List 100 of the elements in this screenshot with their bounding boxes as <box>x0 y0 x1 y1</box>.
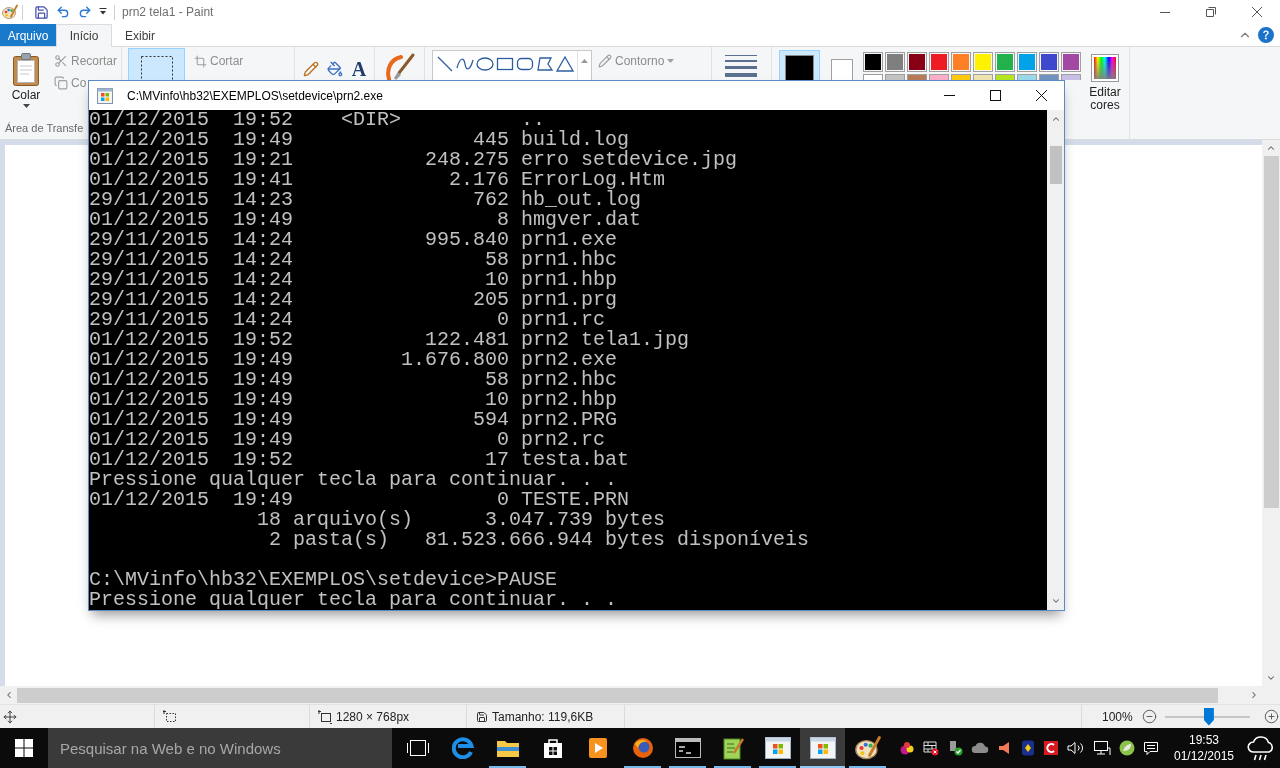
paste-button[interactable]: Colar <box>5 48 47 108</box>
date-text: 01/12/2015 <box>89 110 210 130</box>
console-title: C:\MVinfo\hb32\EXEMPLOS\setdevice\prn2.exe <box>127 88 383 103</box>
arc-badge-icon[interactable] <box>1043 740 1059 756</box>
zoom-out-icon[interactable] <box>1141 709 1157 724</box>
color-one-button[interactable] <box>779 50 820 82</box>
swirl-logo-icon[interactable] <box>451 737 474 759</box>
network-monitor-icon[interactable] <box>1093 740 1111 756</box>
palette-swatch[interactable] <box>973 74 993 80</box>
palette-icon[interactable] <box>854 735 881 761</box>
file-size: 0 <box>497 430 509 450</box>
palette-swatch[interactable] <box>951 74 971 80</box>
ribbon-tab[interactable]: Início <box>56 24 112 47</box>
undo-icon[interactable] <box>56 5 70 19</box>
ribbon-tab[interactable]: Exibir <box>112 24 168 46</box>
file-name: prn1.hbp <box>521 270 617 290</box>
wall-error-icon[interactable] <box>923 740 939 756</box>
palette-swatch[interactable] <box>863 74 883 80</box>
dir-label: <DIR> <box>341 110 401 130</box>
date-text: 01/12/2015 <box>89 490 210 510</box>
file-name: prn2.hbp <box>521 390 617 410</box>
time-text: 19:21 <box>233 150 293 170</box>
cloud-icon[interactable] <box>971 741 989 755</box>
file-size: 594 <box>473 410 509 430</box>
scroll-down-icon[interactable] <box>1266 673 1276 683</box>
folder-icon[interactable] <box>495 738 520 758</box>
triangle-shape-icon[interactable] <box>555 54 575 74</box>
scroll-up-icon[interactable] <box>1050 114 1061 124</box>
shopping-bag-icon[interactable] <box>541 737 564 759</box>
clipboard-icon <box>11 52 41 86</box>
file-name: prn1.exe <box>521 230 617 250</box>
window-flag-icon[interactable] <box>809 737 836 759</box>
palette-swatch[interactable] <box>907 74 927 80</box>
palette-swatch[interactable] <box>885 74 905 80</box>
file-size: 1.676.800 <box>400 350 509 370</box>
palette-swatch[interactable] <box>885 52 905 72</box>
palette-swatch[interactable] <box>973 52 993 72</box>
search-field[interactable]: Pesquisar na Web e no Windows <box>48 728 392 768</box>
notification-icon[interactable] <box>1143 740 1159 756</box>
palette-swatch[interactable] <box>929 74 949 80</box>
date-text: 01/12/2015 <box>89 350 210 370</box>
scrollbar-thumb[interactable] <box>17 687 1218 703</box>
file-menu-tab[interactable]: Arquivo <box>0 24 56 46</box>
scrollbar-thumb[interactable] <box>1263 156 1279 508</box>
palette-swatch[interactable] <box>1017 74 1037 80</box>
slider-thumb[interactable] <box>1203 707 1214 726</box>
date-text: 01/12/2015 <box>89 370 210 390</box>
palette-swatch[interactable] <box>1017 52 1037 72</box>
taskbar-button[interactable] <box>800 728 845 768</box>
text-tool-button[interactable]: A <box>347 59 371 79</box>
edit-colors-button[interactable]: Editar cores <box>1085 48 1125 112</box>
save-icon[interactable] <box>34 4 49 20</box>
round-badge-icon[interactable] <box>1119 740 1135 756</box>
redo-icon[interactable] <box>78 5 92 19</box>
scroll-down-icon[interactable] <box>1050 596 1061 606</box>
select-button[interactable] <box>128 48 185 80</box>
palette-swatch[interactable] <box>995 74 1015 80</box>
palette-swatch[interactable] <box>951 52 971 72</box>
scrollbar-thumb[interactable] <box>1049 146 1062 184</box>
diamond-badge-icon[interactable] <box>1021 740 1035 756</box>
line-shape-icon[interactable] <box>435 54 455 74</box>
file-size: 122.481 <box>425 330 509 350</box>
fox-globe-icon[interactable] <box>631 737 654 759</box>
palette-swatch[interactable] <box>907 52 927 72</box>
terminal-icon[interactable] <box>674 738 701 758</box>
date-text: 29/11/2015 <box>89 230 210 250</box>
time-text: 14:24 <box>233 270 293 290</box>
file-size: 10 <box>485 270 509 290</box>
oval-shape-icon[interactable] <box>475 54 495 74</box>
palette-swatch[interactable] <box>863 52 883 72</box>
date-text: 01/12/2015 <box>89 390 210 410</box>
time-text: 14:23 <box>233 190 293 210</box>
plug-check-icon[interactable] <box>947 740 963 756</box>
scroll-up-icon[interactable] <box>581 59 588 63</box>
zoom-in-icon[interactable] <box>1263 709 1279 724</box>
palette-swatch[interactable] <box>1039 74 1059 80</box>
time-text: 14:24 <box>233 250 293 270</box>
file-name: hmgver.dat <box>521 210 642 230</box>
volume-icon[interactable] <box>1067 740 1085 756</box>
scroll-up-icon[interactable] <box>1266 143 1276 153</box>
palette-swatch[interactable] <box>1061 74 1081 80</box>
palette-swatch[interactable] <box>995 52 1015 72</box>
rain-cloud-icon[interactable] <box>1246 734 1276 762</box>
date-text: 01/12/2015 <box>89 170 210 190</box>
polygon-shape-icon[interactable] <box>535 54 555 74</box>
colorful-blob-icon[interactable] <box>899 740 915 756</box>
palette-swatch[interactable] <box>929 52 949 72</box>
running-indicator <box>759 766 796 768</box>
task-view-icon[interactable] <box>405 739 430 757</box>
help-icon[interactable] <box>1258 27 1274 43</box>
caret-icon[interactable] <box>99 8 107 16</box>
canvas-size-icon <box>318 709 332 724</box>
item-count: 2 <box>269 530 281 550</box>
running-indicator <box>714 766 751 768</box>
play-tile-icon[interactable] <box>587 737 608 759</box>
notepad-icon[interactable] <box>721 736 744 760</box>
window-flag-icon[interactable] <box>764 737 791 759</box>
palette-swatch[interactable] <box>1061 52 1081 72</box>
caret-icon <box>22 104 30 108</box>
palette-swatch[interactable] <box>1039 52 1059 72</box>
